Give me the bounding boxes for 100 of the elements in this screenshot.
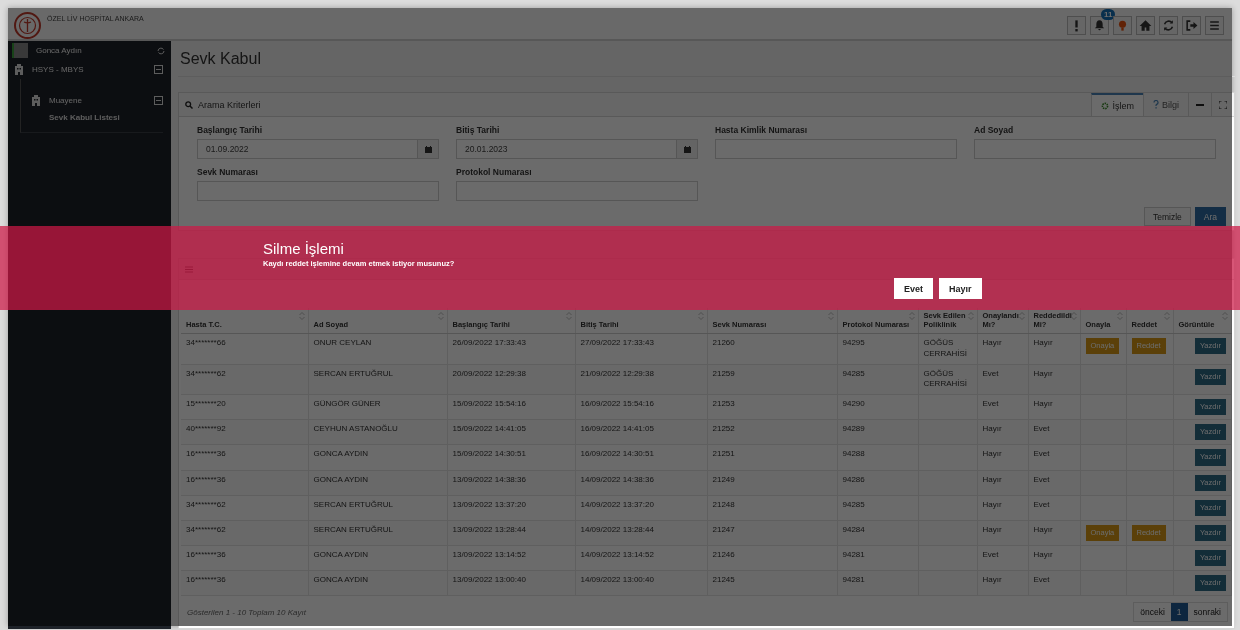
tab[interactable]: İşlem [1091, 93, 1143, 116]
table-cell: 16/09/2022 14:30:51 [580, 449, 654, 459]
table-cell: 27/09/2022 17:33:43 [580, 338, 654, 347]
table-cell: Evet [982, 399, 999, 409]
home-button[interactable] [1136, 16, 1155, 35]
search-button[interactable]: Ara [1194, 207, 1226, 226]
user-name: Gonca Aydın [36, 46, 83, 55]
gear-icon [1101, 101, 1110, 110]
table-cell: 15/09/2022 14:41:05 [452, 424, 526, 434]
table-cell: GONCA AYDIN [313, 575, 369, 585]
table-cell: Evet [1033, 499, 1050, 509]
hospital-logo-icon [14, 12, 41, 39]
avatar-placeholder [12, 43, 28, 58]
table-cell: 21245 [712, 575, 735, 585]
table-cell: GÖĞÜS CERRAHİSİ [923, 368, 968, 389]
table-cell: 21259 [712, 368, 735, 378]
refresh-button[interactable] [1159, 16, 1178, 35]
table-cell: Hayır [1033, 338, 1053, 347]
table-cell: Hayır [982, 575, 1002, 585]
menu-group-item[interactable]: Muayene [49, 96, 146, 105]
table-cell: GÖĞÜS CERRAHİSİ [923, 338, 968, 358]
table-cell: 13/09/2022 14:38:36 [452, 474, 526, 484]
panel-title: Arama Kriterleri [198, 99, 261, 110]
field-label: Bitiş Tarihi [456, 125, 501, 135]
table-cell: Evet [982, 368, 999, 378]
alert-button[interactable] [1067, 16, 1086, 35]
page-link[interactable]: 1 [1170, 603, 1188, 622]
table-cell: Hayır [1033, 368, 1053, 378]
page-link[interactable]: sonraki [1187, 603, 1227, 622]
calendar-icon [424, 145, 432, 153]
clear-button[interactable]: Temizle [1143, 207, 1191, 226]
table-cell: SERCAN ERTUĞRUL [313, 524, 393, 534]
table-cell: 21252 [712, 424, 735, 434]
table-cell: 94288 [842, 449, 865, 459]
table-cell: 21251 [712, 449, 735, 459]
calendar-icon [683, 145, 691, 153]
table-cell: Hayır [1033, 399, 1053, 409]
collapse-icon[interactable] [154, 96, 163, 105]
date-field[interactable]: 20.01.2023 [456, 139, 698, 159]
table-cell: 16/09/2022 14:41:05 [580, 424, 654, 434]
table-cell: Evet [1033, 575, 1050, 585]
table-cell: Hayır [982, 424, 1002, 434]
table-cell: 20/09/2022 12:29:38 [452, 368, 526, 378]
tab[interactable]: Bilgi [1143, 93, 1188, 116]
lightbulb-button[interactable] [1113, 16, 1132, 35]
table-cell: 16*******36 [186, 549, 226, 559]
table-cell: 14/09/2022 13:14:52 [580, 549, 654, 559]
table-cell: GÜNGÖR GÜNER [313, 399, 381, 409]
building-icon [14, 64, 24, 75]
table-cell: 14/09/2022 14:38:36 [580, 474, 654, 484]
logout-button[interactable] [1182, 16, 1201, 35]
table-cell: 94286 [842, 474, 865, 484]
collapse-icon[interactable] [154, 65, 163, 74]
field-label: Sevk Numarası [197, 167, 259, 177]
menu-button[interactable] [1205, 16, 1224, 35]
table-cell: Hayır [982, 474, 1002, 484]
table-cell: CEYHUN ASTANOĞLU [313, 424, 398, 434]
field-label: Başlangıç Tarihi [197, 125, 264, 135]
cancel-button[interactable]: Hayır [939, 278, 982, 299]
table-cell: 34*******62 [186, 524, 226, 534]
table-cell: 16*******36 [186, 575, 226, 585]
table-cell: 15/09/2022 15:54:16 [452, 399, 526, 409]
table-cell: 21253 [712, 399, 735, 409]
table-cell: Hayır [982, 338, 1002, 347]
table-cell: GONCA AYDIN [313, 549, 369, 559]
table-cell: 34*******62 [186, 499, 226, 509]
minimize-icon[interactable] [1196, 103, 1204, 106]
confirm-button[interactable]: Evet [894, 278, 933, 299]
table-cell: 13/09/2022 13:28:44 [452, 524, 526, 534]
table-cell: 94290 [842, 399, 865, 409]
table-cell: Hayır [982, 524, 1002, 534]
table-cell: 13/09/2022 13:14:52 [452, 549, 526, 559]
table-cell: 94281 [842, 575, 865, 585]
table-cell: Hayır [1033, 524, 1053, 534]
notification-badge: 11 [1101, 9, 1116, 20]
page-link[interactable]: önceki [1134, 603, 1171, 622]
table-cell: 34*******66 [186, 338, 226, 347]
fullscreen-icon[interactable] [1219, 100, 1227, 109]
table-cell: 21260 [712, 338, 735, 347]
field-label: Protokol Numarası [456, 167, 533, 177]
bell-button[interactable] [1090, 16, 1109, 35]
dialog-title: Silme İşlemi [263, 240, 345, 257]
table-cell: 13/09/2022 13:37:20 [452, 499, 526, 509]
logout-icon [1184, 18, 1199, 33]
menu-item[interactable]: Sevk Kabul Listesi [21, 110, 163, 128]
table-cell: Hayır [982, 499, 1002, 509]
field-label: Ad Soyad [974, 125, 1015, 135]
table-cell: Evet [982, 549, 999, 559]
module-item[interactable]: HSYS - MBYS [32, 65, 146, 74]
table-cell: 15/09/2022 14:30:51 [452, 449, 526, 459]
table-cell: SERCAN ERTUĞRUL [313, 368, 393, 378]
table-cell: 21246 [712, 549, 735, 559]
date-field[interactable]: 01.09.2022 [197, 139, 439, 159]
table-cell: 21247 [712, 524, 735, 534]
table-cell: 94281 [842, 549, 865, 559]
table-cell: 14/09/2022 13:28:44 [580, 524, 654, 534]
table-cell: Evet [1033, 424, 1050, 434]
search-icon [185, 100, 193, 109]
refresh-icon[interactable] [157, 46, 165, 55]
table-cell: GONCA AYDIN [313, 474, 369, 484]
